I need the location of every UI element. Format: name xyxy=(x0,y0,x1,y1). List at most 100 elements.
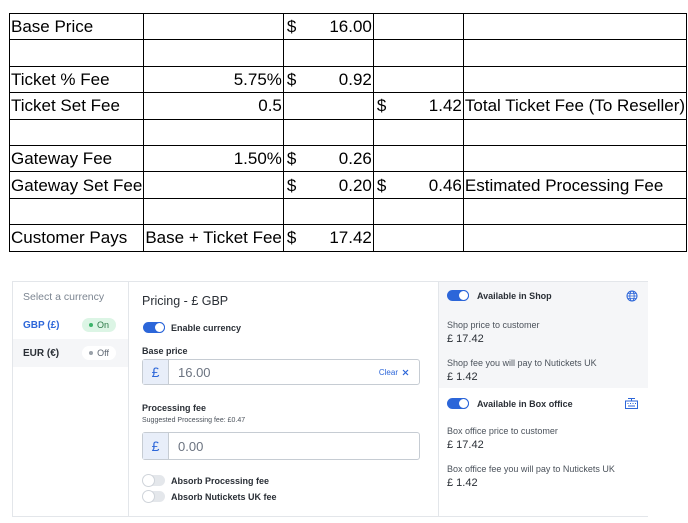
availability-panel: Available in Shop Shop price to customer… xyxy=(438,282,648,516)
box-office-section: Available in Box office Box office price… xyxy=(439,388,648,516)
cell-value: 1.42 xyxy=(428,96,462,116)
sheet-cell-e[interactable] xyxy=(462,224,688,252)
shop-availability-toggle[interactable] xyxy=(447,290,469,301)
sheet-cell-c[interactable]: $16.00 xyxy=(282,12,374,41)
toggle-knob xyxy=(154,322,165,333)
sheet-cell-d[interactable] xyxy=(372,118,464,146)
sheet-cell-e[interactable] xyxy=(462,118,688,146)
spreadsheet-body: Base Price $16.00 Ticket % Fee 5.75% $0.92 Ti… xyxy=(8,12,688,252)
sheet-cell-b[interactable] xyxy=(143,118,284,146)
sheet-cell-c[interactable] xyxy=(282,197,374,226)
base-price-value: 16.00 xyxy=(178,364,211,380)
currency-name: GBP (£) xyxy=(23,319,60,331)
cell-value: 0.92 xyxy=(338,69,372,89)
sheet-row: Ticket Set Fee 0.5 $1.42 Total Ticket Fee (… xyxy=(8,92,688,120)
sheet-cell-b[interactable]: 1.50% xyxy=(143,144,284,173)
sheet-cell-a[interactable] xyxy=(8,197,145,226)
sheet-cell-a[interactable]: Ticket % Fee xyxy=(8,65,145,94)
cell-value: 0.20 xyxy=(338,175,372,195)
sheet-cell-b[interactable] xyxy=(143,12,284,41)
status-badge: Off xyxy=(82,346,116,360)
sheet-cell-b[interactable]: Base + Ticket Fee xyxy=(143,224,284,252)
absorb-processing-label: Absorb Processing fee xyxy=(171,476,270,486)
shop-fee-label: Shop fee you will pay to Nutickets UK xyxy=(447,358,597,368)
processing-fee-label: Processing fee xyxy=(142,403,207,413)
currency-symbol: $ xyxy=(286,228,297,248)
sheet-row: Customer Pays Base + Ticket Fee $17.42 xyxy=(8,224,688,252)
sheet-cell-b[interactable] xyxy=(143,171,284,199)
toggle-knob xyxy=(458,290,469,301)
box-office-availability-toggle[interactable] xyxy=(447,398,469,409)
pound-prefix: £ xyxy=(143,360,169,384)
sheet-cell-e[interactable] xyxy=(462,12,688,41)
sheet-cell-a[interactable]: Gateway Set Fee xyxy=(8,171,145,199)
currency-item-eur[interactable]: EUR (€) Off xyxy=(13,339,128,367)
sheet-row xyxy=(8,118,688,146)
currency-symbol: $ xyxy=(286,17,297,37)
sheet-cell-e[interactable] xyxy=(462,65,688,94)
currency-symbol: $ xyxy=(376,175,387,195)
sheet-cell-c[interactable]: $17.42 xyxy=(282,224,374,252)
sheet-cell-b[interactable] xyxy=(143,197,284,226)
sheet-cell-e[interactable] xyxy=(462,39,688,67)
sheet-cell-c[interactable] xyxy=(282,118,374,146)
clear-button[interactable]: Clear xyxy=(379,360,409,384)
processing-fee-input[interactable]: £ 0.00 xyxy=(142,432,420,460)
sheet-cell-e[interactable]: Total Ticket Fee (To Reseller) xyxy=(462,92,688,120)
status-text: On xyxy=(96,320,109,330)
sheet-cell-a[interactable]: Base Price xyxy=(8,12,145,41)
sheet-cell-e[interactable]: Estimated Processing Fee xyxy=(462,171,688,199)
sheet-cell-d[interactable] xyxy=(372,12,464,41)
sheet-cell-c[interactable] xyxy=(282,92,374,120)
sheet-cell-d[interactable] xyxy=(372,39,464,67)
sheet-cell-d[interactable] xyxy=(372,65,464,94)
sheet-cell-c[interactable]: $0.26 xyxy=(282,144,374,173)
sheet-cell-d[interactable] xyxy=(372,224,464,252)
status-badge: On xyxy=(81,318,116,332)
box-office-price-label: Box office price to customer xyxy=(447,426,558,436)
status-dot-icon xyxy=(89,351,94,355)
sheet-cell-d[interactable] xyxy=(372,197,464,226)
processing-fee-suggestion: Suggested Processing fee: £0.47 xyxy=(142,417,246,424)
sheet-cell-a[interactable]: Ticket Set Fee xyxy=(8,92,145,120)
currency-name: EUR (€) xyxy=(23,347,60,359)
sheet-cell-a[interactable]: Gateway Fee xyxy=(8,144,145,173)
enable-currency-label: Enable currency xyxy=(171,323,242,333)
shop-price-label: Shop price to customer xyxy=(447,320,540,330)
cell-value: 0.26 xyxy=(338,149,372,169)
cell-value: 17.42 xyxy=(329,228,372,248)
sheet-cell-c[interactable]: $0.20 xyxy=(282,171,374,199)
sheet-cell-a[interactable] xyxy=(8,39,145,67)
toggle-knob xyxy=(143,491,154,502)
pound-prefix: £ xyxy=(143,433,169,459)
sheet-cell-b[interactable]: 5.75% xyxy=(143,65,284,94)
processing-fee-value: 0.00 xyxy=(178,438,204,454)
box-office-price-value: £ 17.42 xyxy=(447,439,484,451)
sheet-row: Base Price $16.00 xyxy=(8,12,688,41)
sheet-cell-d[interactable]: $1.42 xyxy=(372,92,464,120)
sheet-cell-d[interactable]: $0.46 xyxy=(372,171,464,199)
absorb-processing-toggle[interactable] xyxy=(143,475,165,486)
absorb-nutickets-toggle[interactable] xyxy=(143,491,165,502)
sheet-row: Gateway Set Fee $0.20 $0.46 Estimated Proce… xyxy=(8,171,688,199)
toggle-knob xyxy=(143,475,154,486)
sheet-cell-e[interactable] xyxy=(462,197,688,226)
currency-item-gbp[interactable]: GBP (£) On xyxy=(13,311,128,339)
sheet-cell-c[interactable] xyxy=(282,39,374,67)
pricing-panel: Select a currency GBP (£) On EUR (€) Off… xyxy=(12,281,648,517)
currency-list: Select a currency GBP (£) On EUR (€) Off xyxy=(13,282,129,516)
sheet-cell-c[interactable]: $0.92 xyxy=(282,65,374,94)
sheet-row: Ticket % Fee 5.75% $0.92 xyxy=(8,65,688,94)
sheet-cell-a[interactable]: Customer Pays xyxy=(8,224,145,252)
sheet-cell-b[interactable] xyxy=(143,39,284,67)
sheet-cell-b[interactable]: 0.5 xyxy=(143,92,284,120)
sheet-cell-d[interactable] xyxy=(372,144,464,173)
shop-title: Available in Shop xyxy=(477,290,552,301)
sheet-cell-e[interactable] xyxy=(462,144,688,173)
enable-currency-toggle[interactable] xyxy=(143,322,165,333)
currency-symbol: $ xyxy=(286,69,297,89)
shop-header: Available in Shop xyxy=(447,290,552,301)
base-price-input[interactable]: £ 16.00 Clear xyxy=(142,359,420,385)
close-icon xyxy=(402,369,409,375)
sheet-cell-a[interactable] xyxy=(8,118,145,146)
